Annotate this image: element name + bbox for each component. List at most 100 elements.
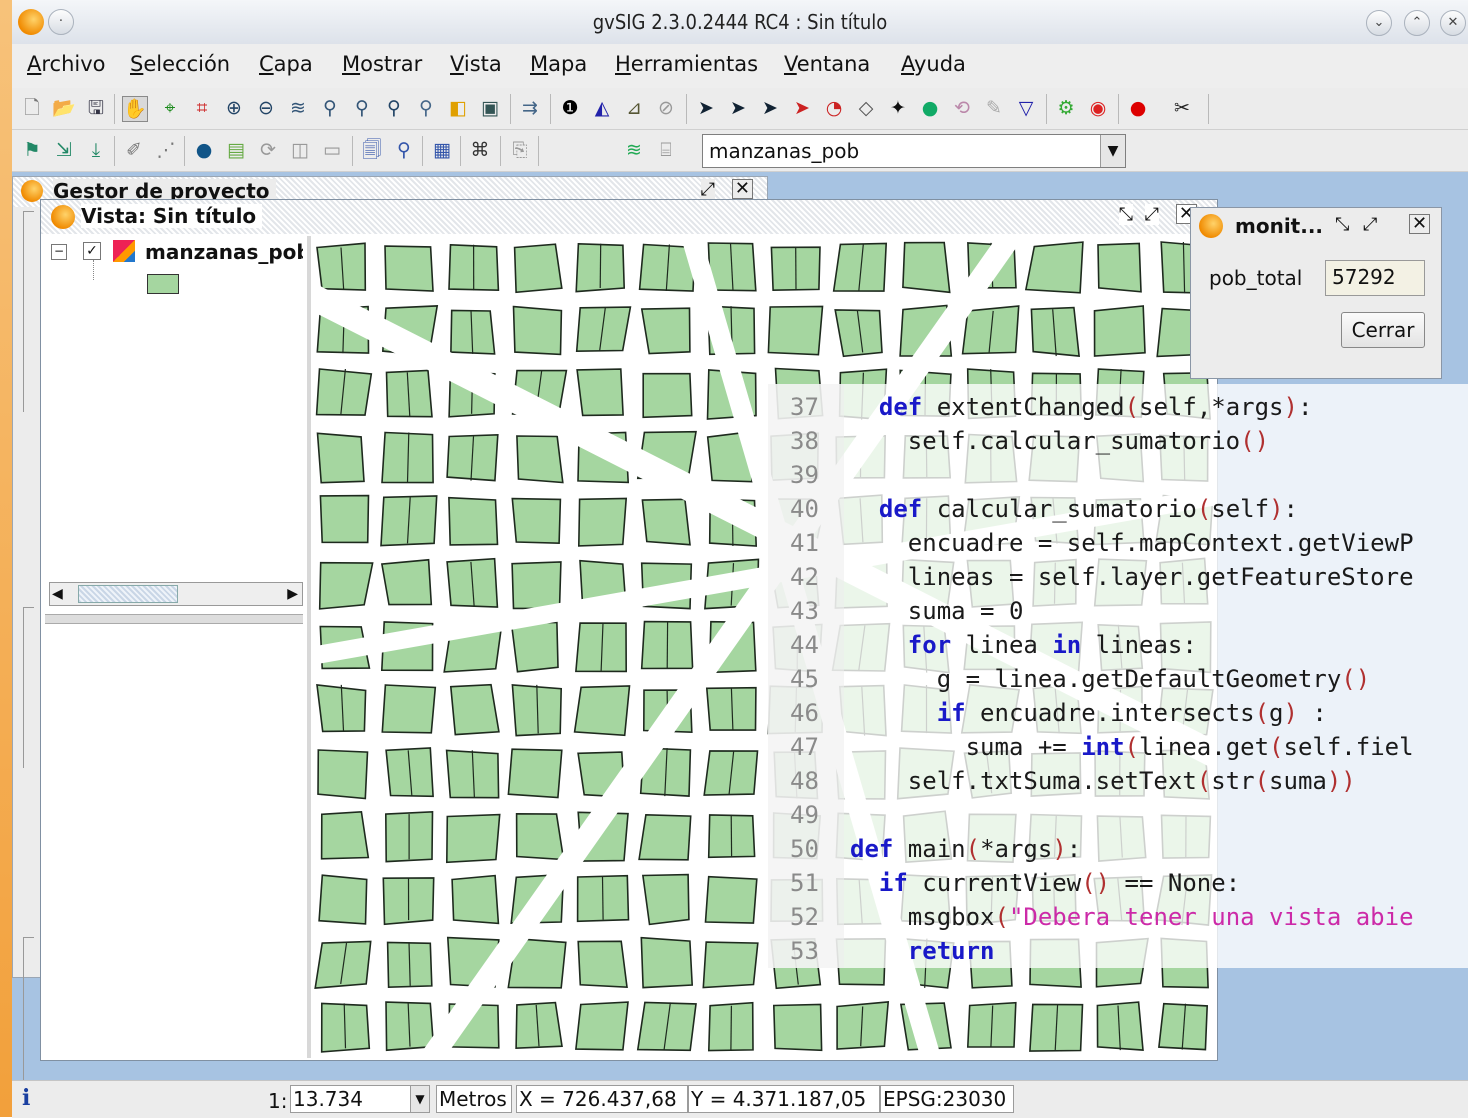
graphic-icon[interactable]: ⇉	[518, 96, 542, 120]
table-icon[interactable]: ▦	[430, 138, 454, 162]
code-text: if currentView() == None:	[850, 866, 1240, 900]
locator-icon[interactable]: ▣	[478, 96, 502, 120]
select-circle-icon[interactable]: ◔	[822, 96, 846, 120]
mosaic-icon[interactable]: ▭	[320, 138, 344, 162]
script-editor-overlay[interactable]: 37 def extentChanged(self,*args):38 self…	[768, 384, 1468, 968]
select-pointer-icon[interactable]: ➤	[694, 96, 718, 120]
scroll-right-icon[interactable]: ▶	[287, 583, 298, 605]
zoom-selection-icon[interactable]: ⌗	[190, 96, 214, 120]
select-by-layer-icon[interactable]: ●	[918, 96, 942, 120]
pob-total-field[interactable]: 57292	[1325, 260, 1425, 296]
zoom-out-icon[interactable]: ⊖	[254, 96, 278, 120]
city-block	[703, 942, 758, 987]
line-number: 39	[790, 458, 830, 492]
restore-icon[interactable]: ⤡	[1119, 204, 1133, 225]
scale-dropdown-icon[interactable]: ▼	[410, 1085, 430, 1113]
new-layer-icon[interactable]: ⇲	[52, 138, 76, 162]
measure-distance-icon[interactable]: ⊿	[622, 96, 646, 120]
tools-icon[interactable]: ✂	[1170, 96, 1194, 120]
target-icon[interactable]: ◉	[1086, 96, 1110, 120]
vertex-icon[interactable]: ⋰	[154, 138, 178, 162]
invert-selection-icon[interactable]: ⟲	[950, 96, 974, 120]
chevron-down-icon[interactable]: ▼	[1100, 135, 1125, 167]
transform-icon[interactable]: ⟳	[256, 138, 280, 162]
parcel-line	[603, 877, 604, 920]
toc-splitter[interactable]	[45, 614, 303, 624]
layer-select[interactable]: manzanas_pob ▼	[702, 134, 1126, 168]
minimize-button[interactable]: ⌄	[1366, 10, 1392, 36]
zoom-window-icon[interactable]: ⚲	[350, 96, 374, 120]
menu-ventana[interactable]: Ventana	[784, 52, 870, 76]
menu-archivo[interactable]: Archivo	[27, 52, 106, 76]
clear-selection-icon[interactable]: ✎	[982, 96, 1006, 120]
clear-icon[interactable]: ⊘	[654, 96, 678, 120]
select-polygon-icon[interactable]: ➤	[758, 96, 782, 120]
search-icon[interactable]: ⚲	[392, 138, 416, 162]
scroll-left-icon[interactable]: ◀	[52, 583, 63, 605]
error-icon[interactable]: ●	[1126, 96, 1150, 120]
city-block	[578, 941, 627, 987]
select-all-icon[interactable]: ✦	[886, 96, 910, 120]
close-button[interactable]: ✕	[1440, 10, 1466, 36]
code-text: encuadre = self.mapContext.getViewP	[850, 526, 1414, 560]
zoom-in-icon[interactable]: ⊕	[222, 96, 246, 120]
import-icon[interactable]: ⤓	[84, 138, 108, 162]
scrollbar-thumb[interactable]	[78, 585, 178, 603]
select-polyline-icon[interactable]: ➤	[790, 96, 814, 120]
menu-mostrar[interactable]: Mostrar	[342, 52, 422, 76]
select-buffer-icon[interactable]: ◇	[854, 96, 878, 120]
pan-hand-icon[interactable]: ✋	[122, 96, 148, 122]
open-folder-icon[interactable]: 📂	[52, 96, 76, 120]
script-icon[interactable]: ⌘	[468, 138, 492, 162]
layers-icon[interactable]: ≋	[622, 138, 646, 162]
full-extent-icon[interactable]: ⌖	[158, 96, 182, 120]
close-icon[interactable]: ✕	[1409, 214, 1430, 234]
edit-icon[interactable]: ✐	[122, 138, 146, 162]
layer-add-icon[interactable]: ◧	[446, 96, 470, 120]
toolbar-separator	[510, 94, 511, 124]
globe-icon[interactable]: ●	[192, 138, 216, 162]
raster-icon[interactable]: ▤	[224, 138, 248, 162]
add-layer-icon[interactable]: ⚑	[20, 138, 44, 162]
layer-properties-icon[interactable]: ⌸	[654, 138, 678, 162]
scale-input[interactable]: 13.734	[290, 1085, 418, 1113]
vista-titlebar[interactable]: Vista: Sin título ⤡ ⤢ ✕	[41, 200, 1217, 234]
city-block	[508, 749, 561, 797]
cerrar-button[interactable]: Cerrar	[1341, 312, 1425, 348]
menu-seleccion[interactable]: Selección	[130, 52, 230, 76]
maximize-icon[interactable]: ⤢	[1363, 214, 1377, 235]
zoom-scale-icon[interactable]: ⚲	[382, 96, 406, 120]
copy-icon[interactable]: ⎘	[508, 138, 532, 162]
maximize-icon[interactable]: ⤢	[701, 179, 715, 200]
horizontal-scrollbar[interactable]: ◀ ▶	[49, 582, 303, 606]
menu-capa[interactable]: Capa	[259, 52, 313, 76]
menu-vista[interactable]: Vista	[450, 52, 502, 76]
collapse-icon[interactable]: −	[51, 244, 67, 260]
document-icon[interactable]: 🗐	[360, 138, 384, 162]
restore-icon[interactable]: ⤡	[1335, 214, 1349, 235]
menu-herramientas[interactable]: Herramientas	[615, 52, 758, 76]
monitor-titlebar[interactable]: monit... ⤡ ⤢ ✕	[1191, 208, 1441, 242]
toolbar-separator	[114, 94, 115, 124]
geoprocess-icon[interactable]: ⚙	[1054, 96, 1078, 120]
frame-border	[23, 211, 34, 412]
zoom-back-icon[interactable]: ⚲	[414, 96, 438, 120]
close-icon[interactable]: ✕	[732, 179, 753, 199]
maximize-button[interactable]: ⌃	[1404, 10, 1430, 36]
select-rectangle-icon[interactable]: ➤	[726, 96, 750, 120]
menu-mapa[interactable]: Mapa	[530, 52, 587, 76]
measure-area-icon[interactable]: ◭	[590, 96, 614, 120]
georef-icon[interactable]: ◫	[288, 138, 312, 162]
code-text: lineas = self.layer.getFeatureStore	[850, 560, 1414, 594]
maximize-icon[interactable]: ⤢	[1145, 204, 1159, 225]
layer-name[interactable]: manzanas_pob	[145, 240, 303, 264]
save-icon[interactable]: 🖫	[84, 96, 108, 120]
info-icon[interactable]: ❶	[558, 96, 582, 120]
filter-icon[interactable]: ▽	[1014, 96, 1038, 120]
new-document-icon[interactable]: 🗋	[20, 96, 44, 120]
line-number: 41	[790, 526, 830, 560]
zoom-previous-icon[interactable]: ⚲	[318, 96, 342, 120]
zoom-layer-icon[interactable]: ≋	[286, 96, 310, 120]
layer-visibility-checkbox[interactable]: ✓	[83, 242, 101, 260]
menu-ayuda[interactable]: Ayuda	[901, 52, 966, 76]
